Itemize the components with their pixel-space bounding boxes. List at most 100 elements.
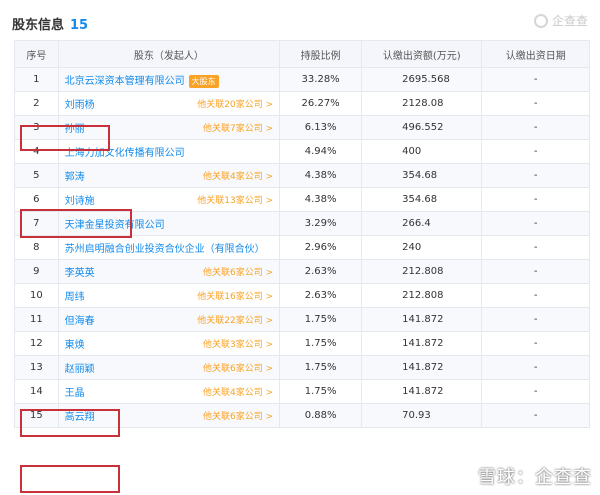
subscription-date: - (481, 307, 590, 332)
related-companies-link[interactable]: 他关联7家公司 > (203, 121, 273, 134)
subscribed-amount: 212.808 (361, 283, 483, 308)
holding-ratio: 1.75% (279, 331, 363, 356)
subscribed-amount: 400 (361, 139, 483, 164)
highlight-box-row-6 (20, 209, 132, 238)
table-row: 10 周纬 他关联16家公司 > 2.63% 212.808- (14, 283, 590, 308)
row-index: 1 (14, 67, 59, 92)
subscription-date: - (481, 403, 590, 428)
holding-ratio: 4.38% (279, 163, 363, 188)
row-index: 10 (14, 283, 59, 308)
related-companies-link[interactable]: 他关联6家公司 > (203, 361, 273, 374)
holding-ratio: 4.94% (279, 139, 363, 164)
shareholder-name-link[interactable]: 苏州启明融合创业投资合伙企业（有限合伙） (65, 244, 265, 255)
subscription-date: - (481, 67, 590, 92)
watermark: 雪球：企查查 (478, 467, 592, 488)
subscribed-amount: 212.808 (361, 259, 483, 284)
subscribed-amount: 266.4 (361, 211, 483, 236)
table-row: 12 東焕 他关联3家公司 > 1.75% 141.872- (14, 331, 590, 356)
row-index: 2 (14, 91, 59, 116)
shareholder-cell: 郭涛 他关联4家公司 > (57, 163, 281, 188)
table-row: 14 王晶 他关联4家公司 > 1.75% 141.872- (14, 379, 590, 404)
table-row: 9 李英英 他关联6家公司 > 2.63% 212.808- (14, 259, 590, 284)
shareholder-name-link[interactable]: 王晶 (65, 388, 85, 399)
shareholder-name-link[interactable]: 東焕 (65, 340, 85, 351)
shareholder-name-link[interactable]: 北京云深资本管理有限公司 (65, 76, 185, 87)
row-index: 11 (14, 307, 59, 332)
shareholder-cell: 周纬 他关联16家公司 > (57, 283, 281, 308)
subscribed-amount: 354.68 (361, 187, 483, 212)
holding-ratio: 26.27% (279, 91, 363, 116)
subscribed-amount: 2128.08 (361, 91, 483, 116)
related-companies-link[interactable]: 他关联13家公司 > (197, 193, 273, 206)
holding-ratio: 2.96% (279, 235, 363, 260)
section-header: 股东信息 15 企查查 (0, 0, 600, 40)
subscription-date: - (481, 91, 590, 116)
highlight-box-row-13 (20, 409, 120, 437)
shareholder-name-link[interactable]: 但海春 (65, 316, 95, 327)
shareholder-name-link[interactable]: 周纬 (65, 292, 85, 303)
shareholder-cell: 東焕 他关联3家公司 > (57, 331, 281, 356)
subscribed-amount: 240 (361, 235, 483, 260)
subscription-date: - (481, 139, 590, 164)
subscribed-amount: 141.872 (361, 331, 483, 356)
subscribed-amount: 141.872 (361, 379, 483, 404)
related-companies-link[interactable]: 他关联6家公司 > (203, 265, 273, 278)
subscription-date: - (481, 379, 590, 404)
shareholder-name-link[interactable]: 刘雨杨 (65, 100, 95, 111)
row-index: 14 (14, 379, 59, 404)
shareholder-cell: 刘雨杨 他关联20家公司 > (57, 91, 281, 116)
col-header-index: 序号 (14, 40, 59, 68)
shareholder-count: 15 (70, 18, 89, 33)
shareholder-cell: 苏州启明融合创业投资合伙企业（有限合伙） (57, 235, 281, 260)
subscribed-amount: 70.93 (361, 403, 483, 428)
related-companies-link[interactable]: 他关联4家公司 > (203, 385, 273, 398)
holding-ratio: 0.88% (279, 403, 363, 428)
shareholder-cell: 刘诗施 他关联13家公司 > (57, 187, 281, 212)
subscription-date: - (481, 283, 590, 308)
related-companies-link[interactable]: 他关联6家公司 > (203, 409, 273, 422)
subscription-date: - (481, 235, 590, 260)
related-companies-link[interactable]: 他关联4家公司 > (203, 169, 273, 182)
related-companies-link[interactable]: 他关联3家公司 > (203, 337, 273, 350)
table-row: 13 赵丽颖 他关联6家公司 > 1.75% 141.872- (14, 355, 590, 380)
subscribed-amount: 141.872 (361, 307, 483, 332)
col-header-shareholder: 股东（发起人） (57, 40, 281, 68)
shareholder-name-link[interactable]: 李英英 (65, 268, 95, 279)
subscription-date: - (481, 115, 590, 140)
shareholder-cell: 王晶 他关联4家公司 > (57, 379, 281, 404)
shareholder-name-link[interactable]: 刘诗施 (65, 196, 95, 207)
subscription-date: - (481, 163, 590, 188)
table-row: 11 但海春 他关联22家公司 > 1.75% 141.872- (14, 307, 590, 332)
major-shareholder-badge: 大股东 (188, 74, 219, 88)
shareholder-name-link[interactable]: 郭涛 (65, 172, 85, 183)
holding-ratio: 2.63% (279, 259, 363, 284)
table-row: 1 北京云深资本管理有限公司 大股东 33.28% 2695.568- (14, 67, 590, 92)
highlight-box-row-15 (20, 465, 120, 493)
shareholder-name-link[interactable]: 赵丽颖 (65, 364, 95, 375)
holding-ratio: 33.28% (279, 67, 363, 92)
holding-ratio: 1.75% (279, 379, 363, 404)
subscribed-amount: 496.552 (361, 115, 483, 140)
shareholder-cell: 赵丽颖 他关联6家公司 > (57, 355, 281, 380)
section-title-text: 股东信息 (12, 18, 65, 33)
col-header-date: 认缴出资日期 (481, 40, 590, 68)
table-row: 8 苏州启明融合创业投资合伙企业（有限合伙） 2.96% 240- (14, 235, 590, 260)
holding-ratio: 1.75% (279, 355, 363, 380)
table-body: 1 北京云深资本管理有限公司 大股东 33.28% 2695.568-2 刘雨杨 他关联20… (14, 67, 590, 428)
row-index: 9 (14, 259, 59, 284)
logo-text: 企查查 (551, 14, 588, 28)
row-index: 5 (14, 163, 59, 188)
shareholder-cell: 北京云深资本管理有限公司 大股东 (57, 67, 281, 92)
holding-ratio: 2.63% (279, 283, 363, 308)
section-title: 股东信息 15 (12, 14, 88, 33)
related-companies-link[interactable]: 他关联20家公司 > (197, 97, 273, 110)
holding-ratio: 1.75% (279, 307, 363, 332)
table-row: 5 郭涛 他关联4家公司 > 4.38% 354.68- (14, 163, 590, 188)
subscribed-amount: 2695.568 (361, 67, 483, 92)
row-index: 12 (14, 331, 59, 356)
highlight-box-row-3 (20, 125, 110, 151)
subscribed-amount: 141.872 (361, 355, 483, 380)
subscription-date: - (481, 211, 590, 236)
related-companies-link[interactable]: 他关联16家公司 > (197, 289, 273, 302)
related-companies-link[interactable]: 他关联22家公司 > (197, 313, 273, 326)
